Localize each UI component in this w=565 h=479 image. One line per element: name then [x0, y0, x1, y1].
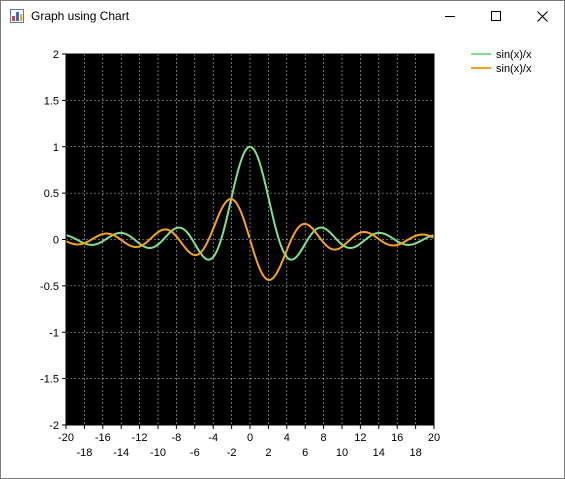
x-tick-label: -18 [76, 447, 92, 459]
x-tick-label: 12 [354, 432, 366, 444]
x-tick-label: 2 [265, 447, 271, 459]
x-tick-label: 18 [409, 447, 421, 459]
x-tick-label: 6 [302, 447, 308, 459]
chart-app-icon [10, 9, 24, 23]
y-tick-label: -0.5 [40, 281, 59, 293]
app-window: Graph using Chart 2 1.5 1 0.5 0 -0.5 -1 -1.5 -2-… [0, 0, 565, 479]
y-tick-label: -1 [49, 327, 59, 339]
window-title: Graph using Chart [31, 9, 130, 23]
x-tick-label: -8 [172, 432, 182, 444]
legend-label: sin(x)/x [496, 49, 532, 61]
x-tick-label: -4 [208, 432, 218, 444]
x-tick-label: 0 [247, 432, 253, 444]
x-tick-label: -20 [58, 432, 74, 444]
x-tick-label: 14 [373, 447, 385, 459]
title-bar[interactable]: Graph using Chart [1, 1, 564, 31]
close-icon [536, 10, 548, 22]
legend-label: sin(x)/x [496, 63, 532, 75]
x-tick-label: -14 [113, 447, 129, 459]
y-tick-label: 1.5 [44, 95, 59, 107]
minimize-icon [445, 16, 455, 17]
x-tick-label: 16 [391, 432, 403, 444]
y-tick-label: 1 [53, 142, 59, 154]
legend: sin(x)/x sin(x)/x [471, 49, 532, 75]
maximize-icon [491, 11, 501, 21]
y-tick-label: 2 [53, 49, 59, 61]
x-tick-label: 4 [284, 432, 290, 444]
close-button[interactable] [519, 1, 565, 31]
maximize-button[interactable] [473, 1, 519, 31]
minimize-button[interactable] [427, 1, 473, 31]
y-tick-label: 0 [53, 235, 59, 247]
x-tick-label: 20 [428, 432, 440, 444]
x-tick-label: -6 [190, 447, 200, 459]
x-tick-label: -10 [150, 447, 166, 459]
x-tick-label: -16 [95, 432, 111, 444]
x-tick-label: 8 [321, 432, 327, 444]
y-tick-label: -2 [49, 420, 59, 432]
x-tick-label: 10 [336, 447, 348, 459]
y-tick-label: -1.5 [40, 374, 59, 386]
x-tick-label: -2 [227, 447, 237, 459]
y-tick-label: 0.5 [44, 188, 59, 200]
chart: 21.510.50-0.5-1-1.5-2-20 -16 -12 -8 -4 0 4 8 12 1… [40, 49, 532, 459]
x-tick-label: -12 [132, 432, 148, 444]
